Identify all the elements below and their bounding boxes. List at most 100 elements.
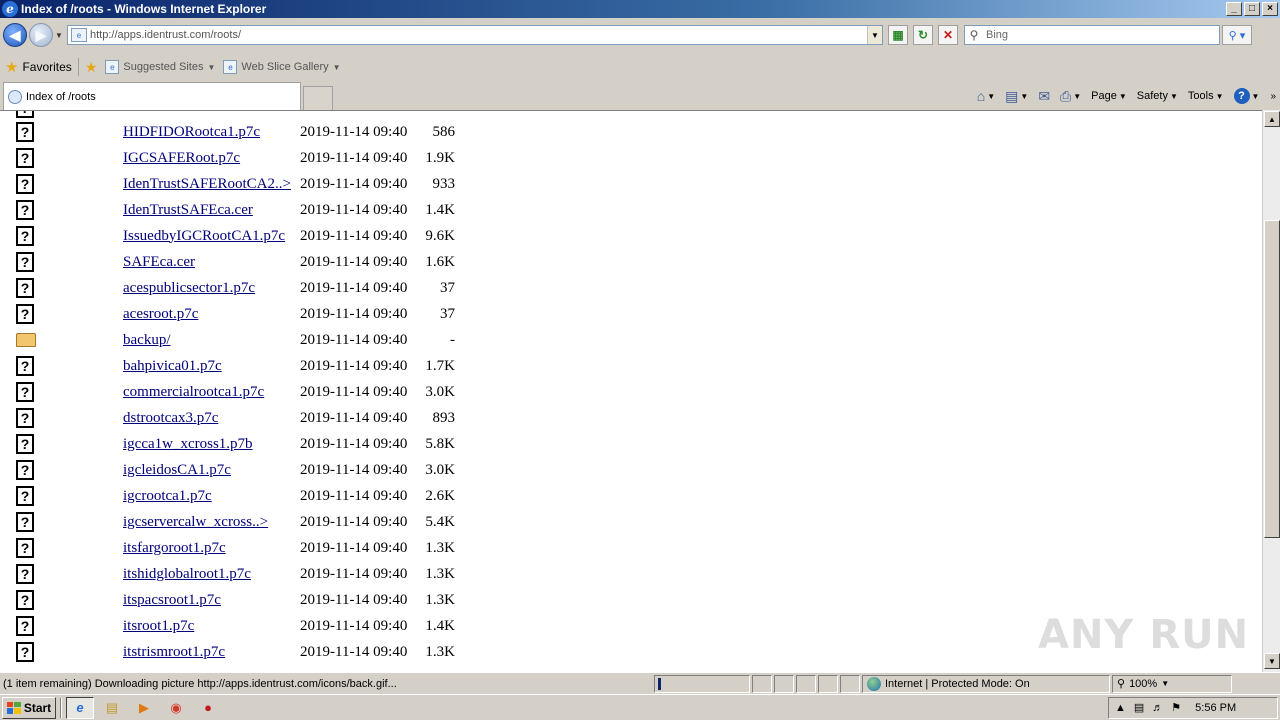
help-button[interactable]: ? ▼ bbox=[1231, 88, 1263, 104]
file-icon: ? bbox=[16, 382, 34, 402]
file-icon: ? bbox=[16, 356, 34, 376]
list-item: ? itspacsroot1.p7c 2019-11-14 09:40 1.3K bbox=[0, 587, 600, 613]
show-hidden-icons-icon[interactable]: ▲ bbox=[1115, 702, 1126, 714]
chevron-down-icon: ▼ bbox=[1161, 679, 1170, 688]
file-link[interactable]: IGCSAFERoot.p7c bbox=[123, 150, 240, 167]
divider bbox=[77, 58, 79, 76]
file-size: 1.4K bbox=[425, 201, 455, 218]
file-icon: ? bbox=[16, 434, 34, 454]
refresh-button[interactable]: ↻ bbox=[913, 25, 933, 45]
file-link[interactable]: HIDFIDORootca1.p7c bbox=[123, 124, 260, 141]
url-field[interactable]: http://apps.identrust.com/roots/ bbox=[90, 29, 867, 41]
address-bar[interactable]: e http://apps.identrust.com/roots/ ▼ bbox=[67, 25, 883, 45]
security-zone[interactable]: Internet | Protected Mode: On bbox=[862, 674, 1110, 693]
list-item: ? acesroot.p7c 2019-11-14 09:40 37 bbox=[0, 301, 600, 327]
file-size: 1.3K bbox=[425, 591, 455, 608]
add-favorite-icon[interactable]: ★ bbox=[85, 59, 98, 76]
volume-icon[interactable]: ♬ bbox=[1152, 702, 1163, 714]
file-date: 2019-11-14 09:40 bbox=[300, 513, 408, 530]
list-item: ? bahpivica01.p7c 2019-11-14 09:40 1.7K bbox=[0, 353, 600, 379]
ie-logo-icon: e bbox=[2, 1, 18, 17]
address-dropdown-icon[interactable]: ▼ bbox=[867, 26, 882, 44]
file-link[interactable]: igcrootca1.p7c bbox=[123, 488, 212, 505]
recent-pages-dropdown[interactable]: ▼ bbox=[53, 31, 65, 40]
command-bar: ⌂ ▼ ▤ ▼ ✉ ⎙ ▼ Page ▼ Safety ▼ Tools ▼ ? ▼ » bbox=[974, 82, 1280, 110]
file-size: 37 bbox=[440, 279, 455, 296]
tools-menu[interactable]: Tools ▼ bbox=[1185, 90, 1227, 102]
flag-icon[interactable]: ⚑ bbox=[1171, 701, 1181, 714]
file-size: 1.3K bbox=[425, 643, 455, 660]
ie-taskbar-icon[interactable]: e bbox=[66, 696, 94, 719]
web-slice-gallery-link[interactable]: e Web Slice Gallery ▼ bbox=[223, 60, 341, 74]
search-input[interactable]: Bing bbox=[983, 29, 1219, 41]
page-menu[interactable]: Page ▼ bbox=[1088, 90, 1130, 102]
file-link[interactable]: commercialrootca1.p7c bbox=[123, 384, 264, 401]
compatibility-view-button[interactable]: ▦ bbox=[888, 25, 908, 45]
file-icon: ? bbox=[16, 460, 34, 480]
feeds-button[interactable]: ▤ ▼ bbox=[1002, 88, 1031, 105]
network-icon[interactable]: ▤ bbox=[1134, 701, 1144, 714]
back-button[interactable]: ◀ bbox=[3, 23, 27, 47]
file-icon: ? bbox=[16, 226, 34, 246]
status-text: (1 item remaining) Downloading picture h… bbox=[3, 677, 397, 690]
home-button[interactable]: ⌂ ▼ bbox=[974, 88, 998, 104]
scroll-up-icon[interactable]: ▲ bbox=[1264, 111, 1280, 127]
clock[interactable]: 5:56 PM bbox=[1195, 702, 1236, 714]
file-link[interactable]: IssuedbyIGCRootCA1.p7c bbox=[123, 228, 285, 245]
search-box[interactable]: ⚲ Bing bbox=[964, 25, 1220, 45]
chevron-down-icon: ▼ bbox=[332, 62, 341, 72]
vertical-scrollbar[interactable]: ▲ ▼ bbox=[1262, 110, 1280, 672]
file-link[interactable]: IdenTrustSAFERootCA2..> bbox=[123, 176, 291, 193]
file-icon: ? bbox=[16, 538, 34, 558]
file-link[interactable]: igcleidosCA1.p7c bbox=[123, 462, 231, 479]
file-link[interactable]: itsroot1.p7c bbox=[123, 618, 194, 635]
maximize-button[interactable]: □ bbox=[1244, 2, 1260, 16]
zoom-control[interactable]: ⚲ 100% ▼ bbox=[1112, 674, 1232, 693]
file-link[interactable]: itstrismroot1.p7c bbox=[123, 644, 225, 661]
suggested-sites-link[interactable]: e Suggested Sites ▼ bbox=[105, 60, 215, 74]
stop-button[interactable]: ✕ bbox=[938, 25, 958, 45]
list-item: ? itsroot1.p7c 2019-11-14 09:40 1.4K bbox=[0, 613, 600, 639]
minimize-button[interactable]: _ bbox=[1226, 2, 1242, 16]
print-button[interactable]: ⎙ ▼ bbox=[1057, 88, 1084, 105]
file-link[interactable]: SAFEca.cer bbox=[123, 254, 195, 271]
loading-icon bbox=[8, 89, 22, 104]
chrome-taskbar-icon[interactable]: ◉ bbox=[162, 697, 190, 719]
file-link[interactable]: itspacsroot1.p7c bbox=[123, 592, 221, 609]
read-mail-button[interactable]: ✉ bbox=[1035, 88, 1053, 105]
file-link[interactable]: igcca1w_xcross1.p7b bbox=[123, 436, 253, 453]
star-icon: ★ bbox=[5, 59, 19, 76]
file-link[interactable]: itshidglobalroot1.p7c bbox=[123, 566, 251, 583]
media-player-taskbar-icon[interactable]: ▶ bbox=[130, 697, 158, 719]
file-size: 1.7K bbox=[425, 357, 455, 374]
file-size: 1.3K bbox=[425, 565, 455, 582]
forward-button[interactable]: ▶ bbox=[29, 23, 53, 47]
file-link[interactable]: backup/ bbox=[123, 332, 170, 349]
file-link[interactable]: igcservercalw_xcross..> bbox=[123, 514, 268, 531]
folder-taskbar-icon[interactable]: ▤ bbox=[98, 697, 126, 719]
file-size: 3.0K bbox=[425, 383, 455, 400]
close-button[interactable]: × bbox=[1262, 2, 1278, 16]
warning-taskbar-icon[interactable]: ● bbox=[194, 697, 222, 719]
safety-menu[interactable]: Safety ▼ bbox=[1134, 90, 1181, 102]
favorites-button[interactable]: ★ Favorites bbox=[5, 58, 72, 76]
file-link[interactable]: dstrootcax3.p7c bbox=[123, 410, 218, 427]
scroll-down-icon[interactable]: ▼ bbox=[1264, 653, 1280, 669]
file-link[interactable]: acespublicsector1.p7c bbox=[123, 280, 255, 297]
more-commands-icon[interactable]: » bbox=[1270, 91, 1276, 102]
new-tab-button[interactable] bbox=[303, 86, 333, 110]
scroll-thumb[interactable] bbox=[1264, 220, 1280, 538]
file-date: 2019-11-14 09:40 bbox=[300, 383, 408, 400]
file-link[interactable]: itsfargoroot1.p7c bbox=[123, 540, 226, 557]
file-size: - bbox=[450, 331, 455, 348]
search-button[interactable]: ⚲ ▾ bbox=[1222, 25, 1252, 45]
file-link[interactable]: IdenTrustSAFEca.cer bbox=[123, 202, 253, 219]
file-link[interactable]: bahpivica01.p7c bbox=[123, 358, 222, 375]
tab-index-of-roots[interactable]: Index of /roots bbox=[3, 82, 301, 110]
start-button[interactable]: Start bbox=[2, 696, 56, 719]
file-date: 2019-11-14 09:40 bbox=[300, 539, 408, 556]
chevron-down-icon: ▼ bbox=[1215, 91, 1224, 101]
file-link[interactable]: acesroot.p7c bbox=[123, 306, 198, 323]
file-icon: ? bbox=[16, 564, 34, 584]
chevron-down-icon: ▼ bbox=[207, 62, 216, 72]
